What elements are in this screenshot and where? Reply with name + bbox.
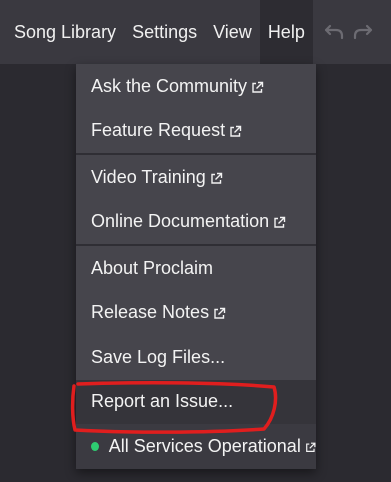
external-link-icon [211,172,222,184]
menu-item-label: About Proclaim [91,257,214,278]
menu-item-label: Online Documentation [91,211,270,232]
menu-item-label: Release Notes [91,302,210,323]
menu-item-label: Feature Request [91,120,226,141]
status-label: All Services Operational [108,435,301,456]
menu-help[interactable]: Help [259,0,313,64]
external-link-icon [274,217,286,228]
undo-button[interactable] [313,0,353,64]
menu-item-feature-request[interactable]: Feature Request [76,109,316,154]
menu-view[interactable]: View [205,0,260,64]
menu-group: Ask the Community Feature Request [76,64,316,155]
menu-settings[interactable]: Settings [124,0,205,64]
menu-item-label: Video Training [91,166,206,187]
external-link-icon [214,308,226,319]
external-link-icon [305,442,316,452]
menu-item-video-training[interactable]: Video Training [76,155,316,200]
menu-item-label: Save Log Files... [91,346,226,367]
menu-item-online-documentation[interactable]: Online Documentation [76,200,316,245]
status-indicator-dot [91,441,99,451]
menu-item-release-notes[interactable]: Release Notes [76,291,316,336]
redo-button[interactable] [353,0,383,64]
menu-group: Video Training Online Documentation [76,155,316,246]
menu-song-library[interactable]: Song Library [0,0,124,64]
redo-icon [353,24,372,40]
external-link-icon [230,126,242,137]
menu-item-save-log-files[interactable]: Save Log Files... [76,335,316,380]
undo-icon [324,24,343,40]
red-highlight-annotation [70,381,278,434]
external-link-icon [252,81,264,93]
menu-bar: Song Library Settings View Help [0,0,391,64]
menu-item-ask-community[interactable]: Ask the Community [76,64,316,109]
menu-item-about-proclaim[interactable]: About Proclaim [76,246,316,291]
menu-item-label: Ask the Community [91,75,248,96]
